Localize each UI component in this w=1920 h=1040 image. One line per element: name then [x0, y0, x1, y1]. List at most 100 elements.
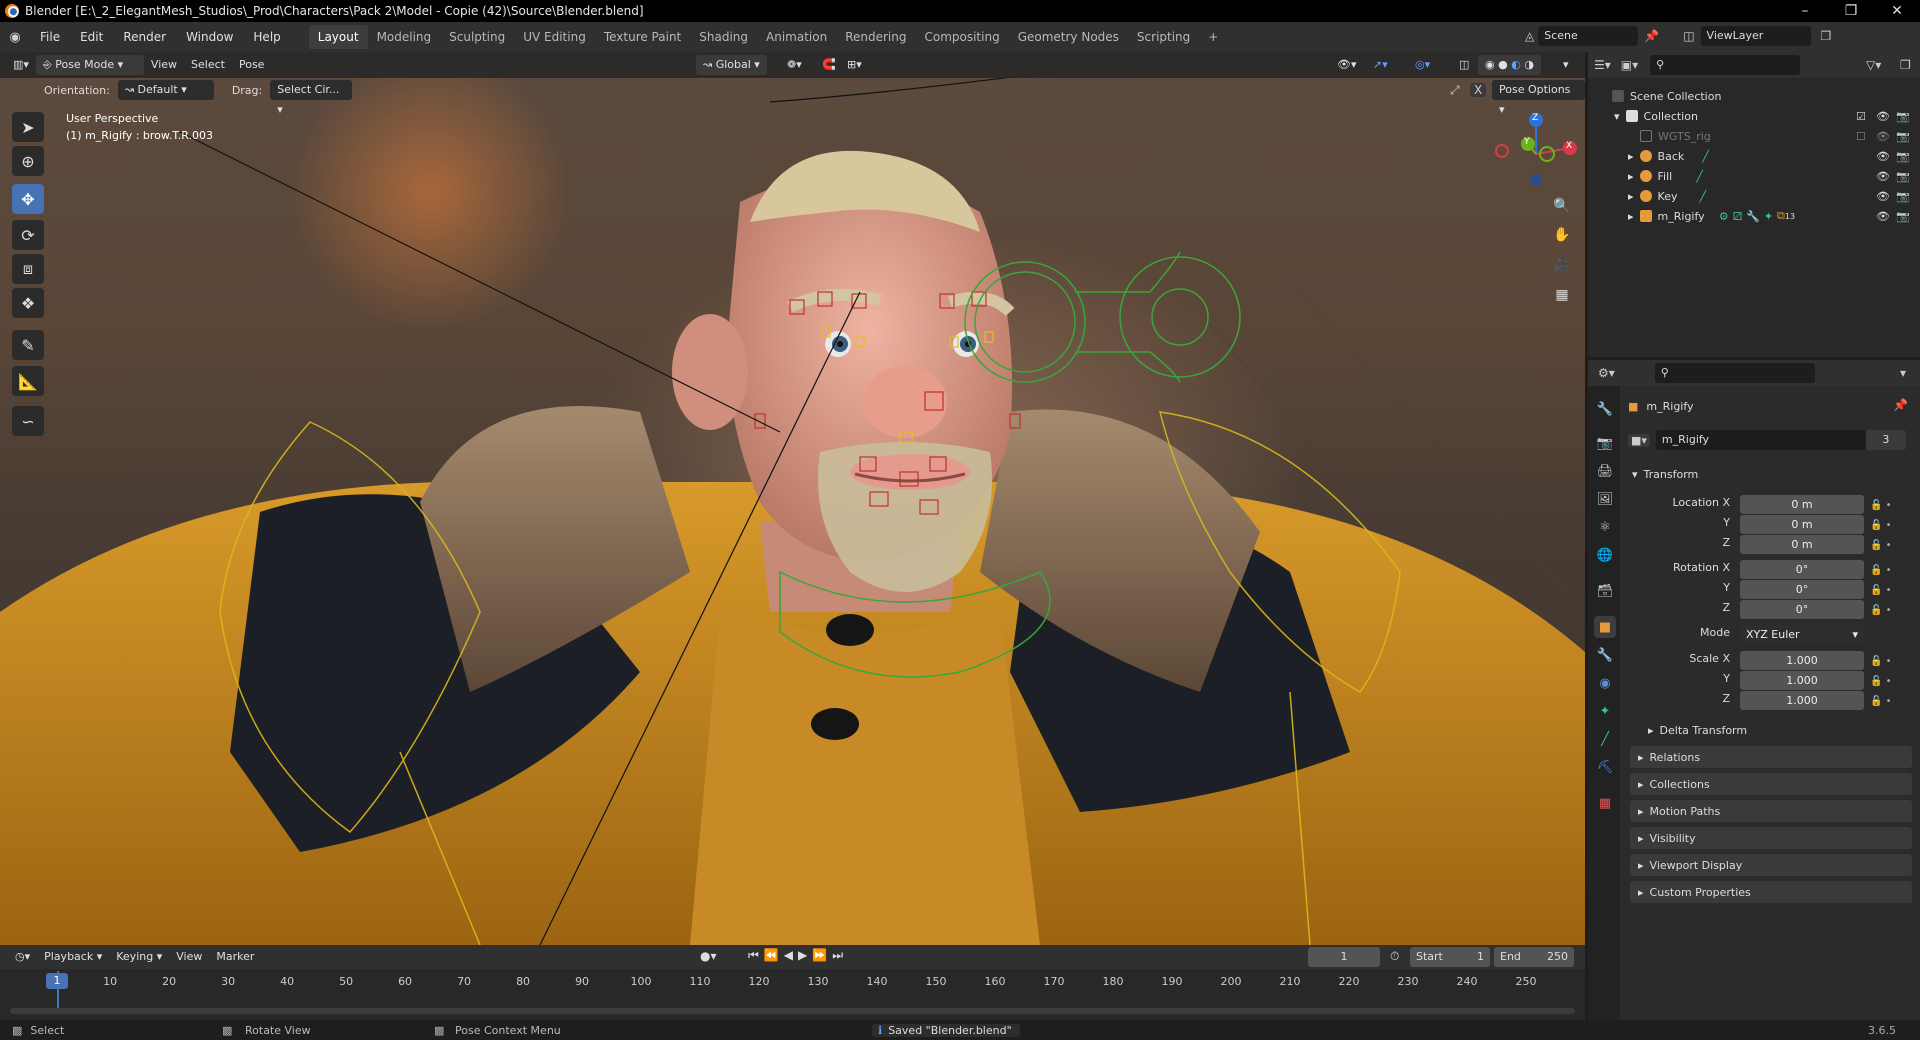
expand-icon[interactable]: ▸ — [1628, 170, 1634, 183]
constraint-icon[interactable]: ⧉ — [1777, 209, 1785, 223]
shading-modes[interactable]: ◉ ● ◐ ◑ — [1478, 55, 1541, 75]
measure-tool-icon[interactable]: 📐 — [12, 366, 44, 396]
outliner-item-key[interactable]: ▸ Key ╱ — [1588, 186, 1920, 206]
timeline-scrollbar[interactable] — [10, 1008, 1575, 1014]
3d-viewport[interactable]: User Perspective (1) m_Rigify : brow.T.R… — [0, 52, 1585, 945]
modifier-tab-icon[interactable]: 🔧 — [1594, 644, 1616, 666]
scene-icon[interactable]: ◬ — [1525, 29, 1534, 43]
pose-icon[interactable]: ⚙ — [1719, 210, 1729, 223]
close-icon[interactable]: ✕ — [1874, 0, 1920, 22]
rotation-y-field[interactable]: 0° — [1740, 580, 1864, 599]
tab-modeling[interactable]: Modeling — [368, 25, 441, 49]
prev-keyframe-icon[interactable]: ⏪ — [764, 948, 784, 962]
light-data-icon[interactable]: ╱ — [1702, 150, 1709, 163]
new-view-layer-icon[interactable]: ❐ — [1821, 29, 1832, 43]
rendered-icon[interactable]: ◑ — [1524, 58, 1534, 71]
eye-icon[interactable]: 👁 — [1876, 190, 1890, 203]
drag-dropdown[interactable]: Select Cir... ▾ — [270, 80, 353, 116]
rotation-z-field[interactable]: 0° — [1740, 600, 1864, 619]
bone-icon[interactable]: ✦ — [1764, 210, 1773, 223]
lock-icon[interactable]: 🔓 • — [1870, 536, 1892, 556]
visibility-icon[interactable]: 👁▾ — [1330, 55, 1364, 75]
tab-rendering[interactable]: Rendering — [836, 25, 915, 49]
properties-editor-icon[interactable]: ⚙▾ — [1598, 366, 1615, 380]
camera-icon[interactable]: 📷 — [1896, 130, 1910, 143]
lock-icon[interactable]: 🔓 • — [1870, 561, 1892, 581]
tab-geometry-nodes[interactable]: Geometry Nodes — [1009, 25, 1128, 49]
play-reverse-icon[interactable]: ◀ — [784, 948, 798, 962]
collection-tab-icon[interactable]: 🗃 — [1594, 580, 1616, 602]
next-keyframe-icon[interactable]: ⏩ — [812, 948, 832, 962]
panel-collections[interactable]: ▸ Collections — [1630, 773, 1912, 795]
tab-uv-editing[interactable]: UV Editing — [514, 25, 595, 49]
eye-icon[interactable]: 👁 — [1876, 150, 1890, 163]
preview-range-icon[interactable]: ⏱ — [1390, 949, 1399, 964]
object-tab-icon[interactable]: ■ — [1594, 616, 1616, 638]
expand-icon[interactable]: ▾ — [1614, 110, 1620, 123]
light-data-icon[interactable]: ╱ — [1699, 190, 1706, 203]
minimize-icon[interactable]: – — [1782, 0, 1828, 22]
filter-icon[interactable]: ▽▾ — [1866, 58, 1881, 72]
menu-help[interactable]: Help — [243, 25, 290, 49]
render-tab-icon[interactable]: 📷 — [1594, 432, 1616, 454]
physics-tab-icon[interactable]: ◉ — [1594, 672, 1616, 694]
overlays-icon[interactable]: ◎▾ — [1408, 55, 1437, 75]
scale-x-field[interactable]: 1.000 — [1740, 651, 1864, 670]
cursor-tool-icon[interactable]: ⊕ — [12, 146, 44, 176]
camera-icon[interactable]: 📷 — [1896, 210, 1910, 223]
location-z-field[interactable]: 0 m — [1740, 535, 1864, 554]
lock-icon[interactable]: 🔓 • — [1870, 581, 1892, 601]
wireframe-icon[interactable]: ◉ — [1485, 58, 1495, 71]
camera-icon[interactable]: 📷 — [1896, 110, 1910, 123]
eye-icon[interactable]: 👁 — [1876, 130, 1890, 143]
expand-icon[interactable]: ▸ — [1628, 190, 1634, 203]
menu-marker[interactable]: Marker — [209, 947, 261, 967]
light-data-icon[interactable]: ╱ — [1696, 170, 1703, 183]
annotate-tool-icon[interactable]: ✎ — [12, 330, 44, 360]
menu-playback[interactable]: Playback ▾ — [37, 947, 109, 967]
delta-transform-header[interactable]: ▸ Delta Transform — [1648, 720, 1747, 740]
restore-icon[interactable]: ❐ — [1828, 0, 1874, 22]
select-tool-icon[interactable]: ➤ — [12, 112, 44, 142]
bone-size-tool-icon[interactable]: ∽ — [12, 406, 44, 436]
scale-z-field[interactable]: 1.000 — [1740, 691, 1864, 710]
lock-icon[interactable]: 🔓 • — [1870, 692, 1892, 712]
menu-render[interactable]: Render — [113, 25, 176, 49]
panel-custom-properties[interactable]: ▸ Custom Properties — [1630, 881, 1912, 903]
rotation-mode-dropdown[interactable]: XYZ Euler ▾ — [1740, 625, 1864, 644]
scene-collection-row[interactable]: Scene Collection — [1588, 86, 1920, 106]
zoom-icon[interactable]: 🔍 — [1549, 193, 1575, 219]
menu-edit[interactable]: Edit — [70, 25, 113, 49]
scene-field[interactable]: Scene — [1538, 26, 1639, 46]
outliner-item-back[interactable]: ▸ Back ╱ — [1588, 146, 1920, 166]
playhead-frame-badge[interactable]: 1 — [46, 973, 68, 989]
ortho-toggle-icon[interactable]: ▦ — [1549, 282, 1575, 308]
properties-search-input[interactable]: ⚲ — [1654, 363, 1815, 383]
menu-timeline-view[interactable]: View — [169, 947, 209, 967]
tab-shading[interactable]: Shading — [690, 25, 757, 49]
snap-target-icon[interactable]: ⊞▾ — [840, 55, 869, 75]
menu-select[interactable]: Select — [184, 55, 232, 75]
orientation-dropdown[interactable]: ↝ Default ▾ — [117, 80, 214, 100]
lock-icon[interactable]: 🔓 • — [1870, 516, 1892, 536]
menu-pose[interactable]: Pose — [232, 55, 271, 75]
camera-icon[interactable]: 📷 — [1896, 190, 1910, 203]
scale-y-field[interactable]: 1.000 — [1740, 671, 1864, 690]
pan-icon[interactable]: ✋ — [1549, 222, 1575, 248]
add-workspace-icon[interactable]: + — [1199, 25, 1227, 49]
user-count[interactable]: 3 — [1865, 430, 1906, 450]
tab-layout[interactable]: Layout — [308, 25, 368, 49]
move-tool-icon[interactable]: ✥ — [12, 184, 44, 214]
menu-view[interactable]: View — [144, 55, 184, 75]
end-frame-field[interactable]: End 250 — [1494, 947, 1574, 967]
transform-tool-icon[interactable]: ❖ — [12, 288, 44, 318]
navigation-gizmo[interactable]: Z X Y — [1492, 108, 1582, 198]
mode-dropdown[interactable]: ⎆ Pose Mode ▾ — [35, 55, 144, 75]
outliner-item-fill[interactable]: ▸ Fill ╱ — [1588, 166, 1920, 186]
xray-icon[interactable]: ◫ — [1452, 55, 1476, 75]
view-layer-tab-icon[interactable]: 🖼 — [1594, 488, 1616, 510]
rotation-x-field[interactable]: 0° — [1740, 560, 1864, 579]
transform-panel-header[interactable]: ▾ Transform — [1632, 464, 1698, 484]
transform-orientation-dropdown[interactable]: ↝ Global ▾ — [696, 55, 767, 75]
view-layer-field[interactable]: ViewLayer — [1700, 26, 1811, 46]
